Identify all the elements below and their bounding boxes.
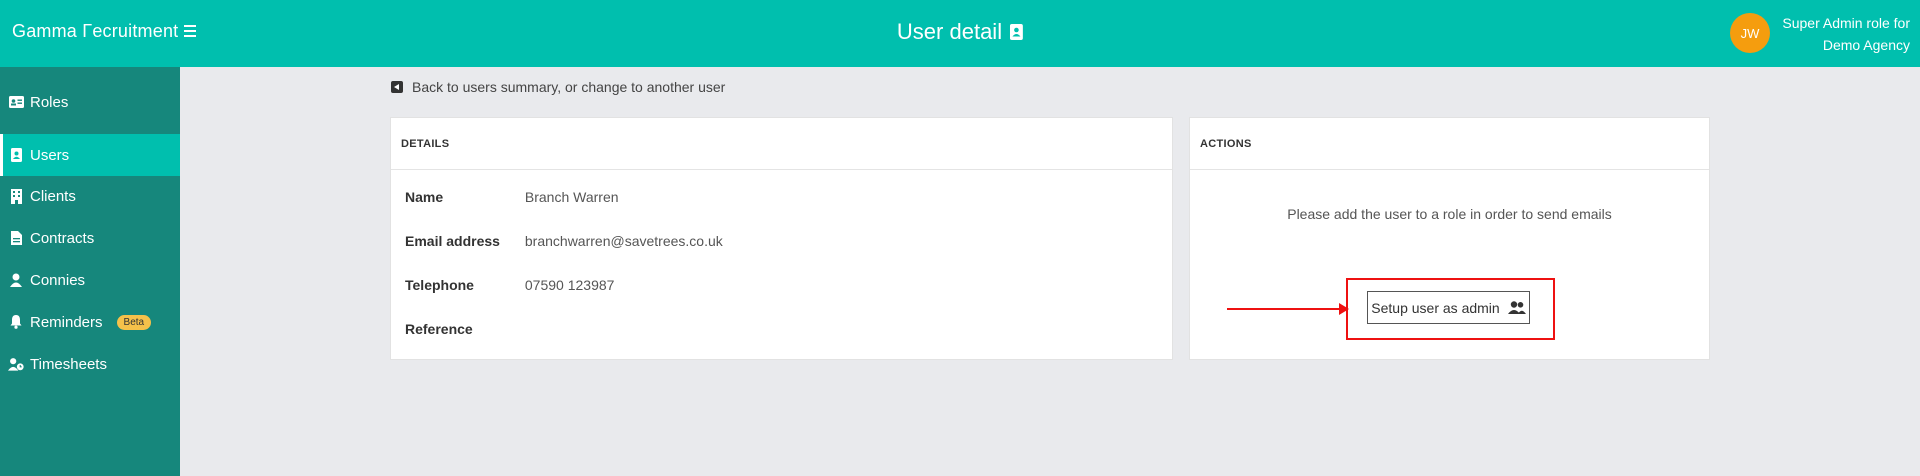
user-clock-icon	[8, 356, 24, 372]
sidebar-item-label: Connies	[30, 271, 86, 289]
role-required-message: Please add the user to a role in order t…	[1287, 206, 1612, 222]
setup-admin-button[interactable]: Setup user as admin	[1367, 291, 1530, 324]
detail-label: Reference	[405, 321, 473, 337]
hamburger-menu-icon[interactable]	[184, 22, 202, 42]
annotation-arrow	[1227, 308, 1339, 310]
id-card-icon	[8, 94, 24, 110]
sidebar-item-clients[interactable]: Clients	[0, 175, 180, 217]
file-icon	[8, 230, 24, 246]
detail-row-reference: Reference	[405, 321, 521, 337]
user-icon	[8, 272, 24, 288]
actions-heading: ACTIONS	[1190, 118, 1709, 170]
sidebar-item-label: Contracts	[30, 229, 95, 247]
sidebar-item-users[interactable]: Users	[0, 134, 180, 176]
details-heading: DETAILS	[391, 118, 1172, 170]
sidebar-item-contracts[interactable]: Contracts	[0, 217, 180, 259]
building-icon	[8, 188, 24, 204]
sidebar-item-label: Clients	[30, 187, 76, 205]
sidebar: Roles Users Clients Contracts Connies Re…	[0, 67, 180, 476]
detail-value: Branch Warren	[524, 189, 619, 205]
sidebar-item-reminders[interactable]: Reminders Beta	[0, 301, 180, 343]
sidebar-item-roles[interactable]: Roles	[0, 81, 180, 123]
detail-row-telephone: Telephone 07590 123987	[405, 277, 614, 293]
detail-row-name: Name Branch Warren	[405, 189, 619, 205]
address-book-icon	[1010, 24, 1024, 40]
users-icon	[1507, 301, 1526, 314]
sidebar-item-label: Roles	[30, 93, 69, 111]
detail-label: Email address	[405, 233, 500, 249]
sidebar-item-label: Reminders	[30, 313, 103, 331]
avatar[interactable]: JW	[1730, 13, 1770, 53]
detail-label: Telephone	[405, 277, 474, 293]
address-book-icon	[8, 147, 24, 163]
caret-left-square-icon	[391, 81, 403, 93]
brand-name[interactable]: Gamma Γecruitment	[12, 21, 178, 42]
setup-admin-label: Setup user as admin	[1371, 299, 1500, 316]
back-to-users-link[interactable]: Back to users summary, or change to anot…	[391, 79, 725, 95]
beta-badge: Beta	[116, 314, 152, 330]
sidebar-item-label: Users	[30, 146, 70, 164]
detail-label: Name	[405, 189, 444, 205]
detail-value: branchwarren@savetrees.co.uk	[524, 233, 723, 249]
sidebar-item-connies[interactable]: Connies	[0, 259, 180, 301]
role-line-1: Super Admin role for	[1782, 15, 1910, 31]
actions-card: ACTIONS Please add the user to a role in…	[1189, 117, 1710, 360]
page-title: User detail	[896, 19, 1024, 45]
bell-icon	[8, 314, 24, 330]
details-card: DETAILS Name Branch Warren Email address…	[390, 117, 1173, 360]
role-indicator[interactable]: Super Admin role for Demo Agency	[1782, 12, 1910, 56]
page-title-text: User detail	[896, 19, 1003, 44]
sidebar-item-label: Timesheets	[30, 355, 107, 373]
detail-row-email: Email address branchwarren@savetrees.co.…	[405, 233, 723, 249]
back-link-text: Back to users summary, or change to anot…	[412, 79, 726, 95]
sidebar-item-timesheets[interactable]: Timesheets	[0, 343, 180, 385]
role-line-2: Demo Agency	[1822, 37, 1910, 53]
top-bar: Gamma Γecruitment User detail JW Super A…	[0, 0, 1920, 67]
detail-value: 07590 123987	[524, 277, 615, 293]
